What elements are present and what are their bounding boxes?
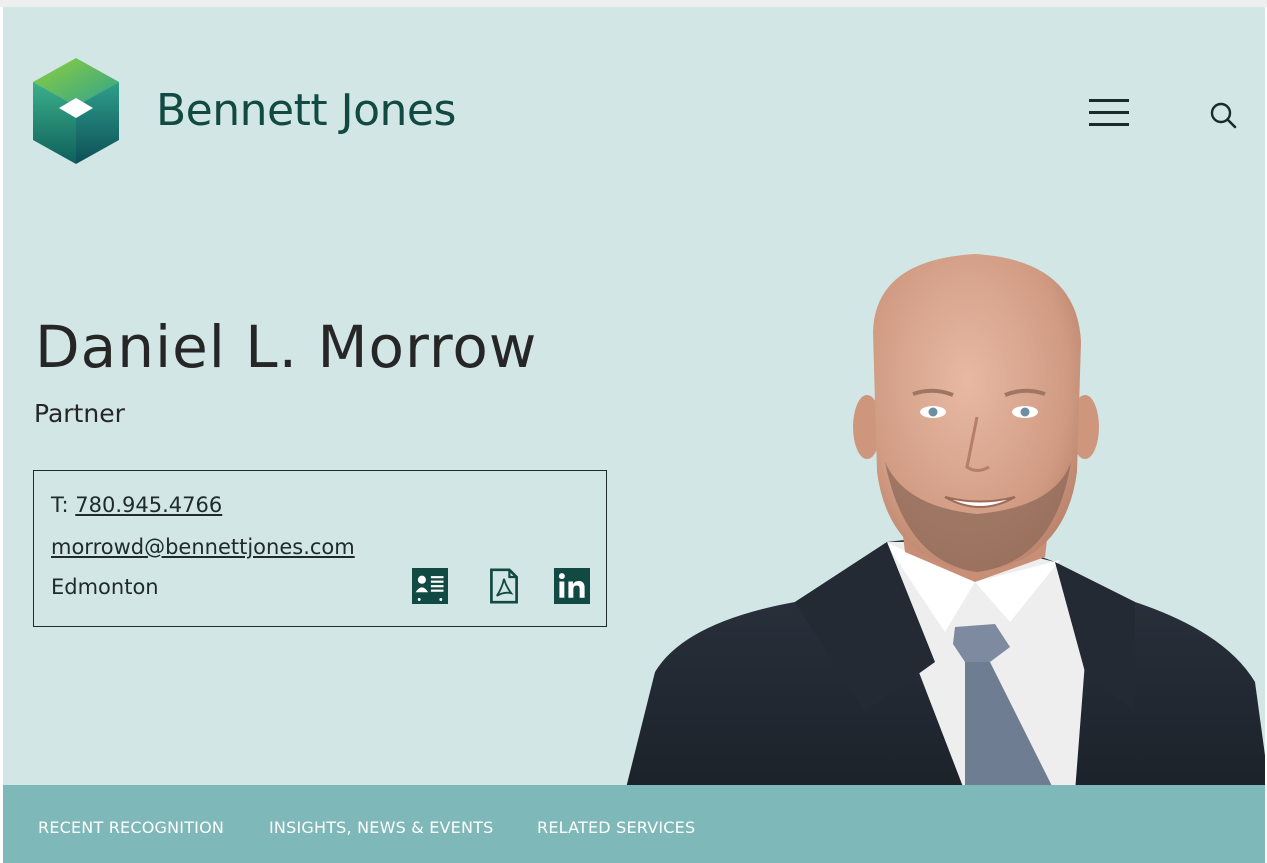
profile-title: Partner [34,399,125,428]
search-icon[interactable] [1208,100,1238,130]
profile-photo [626,254,1265,785]
top-strip [0,0,1267,7]
email-line: morrowd@bennettjones.com [51,535,355,559]
email-link[interactable]: morrowd@bennettjones.com [51,535,355,559]
brand-name: Bennett Jones [156,85,456,136]
hero-section: Bennett Jones Daniel L. Morrow Partner T… [3,7,1265,785]
profile-name: Daniel L. Morrow [35,313,538,381]
vcard-icon[interactable] [412,568,448,604]
contact-box: T: 780.945.4766 morrowd@bennettjones.com… [33,470,607,627]
tab-related-services[interactable]: RELATED SERVICES [537,818,695,837]
tab-recent-recognition[interactable]: RECENT RECOGNITION [38,818,224,837]
phone-line: T: 780.945.4766 [51,493,222,517]
bennett-jones-logo[interactable] [33,58,119,164]
hamburger-menu-icon[interactable] [1087,95,1133,131]
linkedin-icon[interactable] [554,568,590,604]
pdf-icon[interactable] [486,568,522,604]
location-text: Edmonton [51,575,159,599]
phone-prefix: T: [51,493,76,517]
tab-insights-news-events[interactable]: INSIGHTS, NEWS & EVENTS [269,818,493,837]
section-tab-bar: RECENT RECOGNITION INSIGHTS, NEWS & EVEN… [3,785,1265,863]
phone-link[interactable]: 780.945.4766 [75,493,222,517]
